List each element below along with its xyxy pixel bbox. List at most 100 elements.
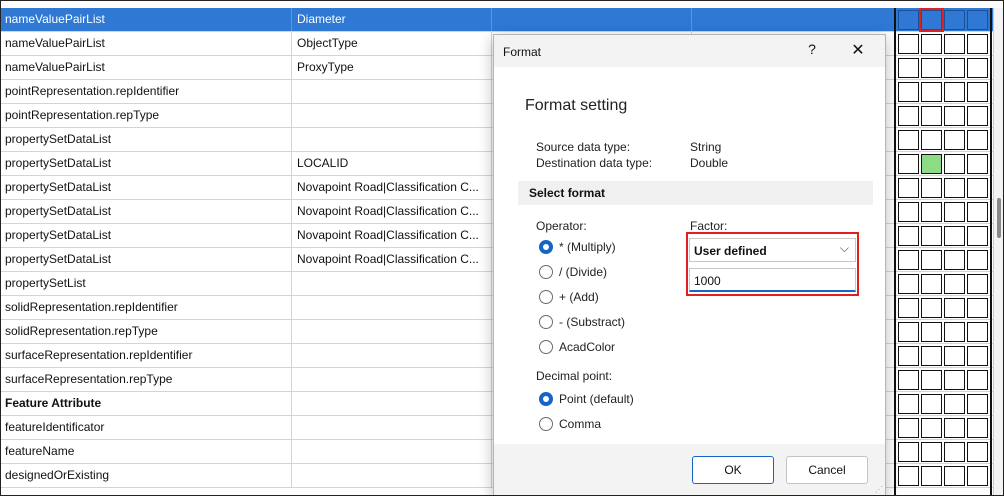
row-cell[interactable]: [491, 8, 692, 31]
grid-checkbox[interactable]: [898, 346, 919, 366]
radio-dot[interactable]: [539, 240, 553, 254]
grid-checkbox[interactable]: [967, 370, 988, 390]
grid-checkbox[interactable]: [944, 82, 965, 102]
grid-checkbox[interactable]: [898, 10, 919, 30]
grid-checkbox[interactable]: [898, 178, 919, 198]
grid-checkbox[interactable]: [944, 226, 965, 246]
close-icon[interactable]: ✕: [848, 40, 868, 60]
radio-acadcolor[interactable]: AcadColor: [539, 338, 615, 356]
row-attribute-value[interactable]: LOCALID: [291, 152, 491, 175]
grid-checkbox[interactable]: [967, 130, 988, 150]
grid-checkbox[interactable]: [944, 130, 965, 150]
grid-checkbox[interactable]: [898, 370, 919, 390]
grid-checkbox[interactable]: [921, 442, 942, 462]
grid-checkbox[interactable]: [898, 250, 919, 270]
grid-checkbox[interactable]: [967, 82, 988, 102]
row-attribute-value[interactable]: Novapoint Road|Classification C...: [291, 200, 491, 223]
grid-checkbox[interactable]: [967, 34, 988, 54]
grid-checkbox[interactable]: [921, 202, 942, 222]
grid-checkbox[interactable]: [967, 442, 988, 462]
help-button[interactable]: ?: [802, 41, 822, 57]
grid-checkbox[interactable]: [944, 178, 965, 198]
row-attribute-value[interactable]: Novapoint Road|Classification C...: [291, 176, 491, 199]
grid-checkbox[interactable]: [898, 298, 919, 318]
grid-checkbox[interactable]: [921, 322, 942, 342]
grid-checkbox[interactable]: [921, 226, 942, 246]
grid-checkbox[interactable]: [944, 322, 965, 342]
grid-checkbox[interactable]: [967, 250, 988, 270]
radio-divide[interactable]: / (Divide): [539, 263, 607, 281]
grid-checkbox[interactable]: [921, 346, 942, 366]
radio-point-default[interactable]: Point (default): [539, 390, 634, 408]
grid-checkbox[interactable]: [944, 370, 965, 390]
row-attribute-value[interactable]: Novapoint Road|Classification C...: [291, 248, 491, 271]
grid-checkbox[interactable]: [898, 154, 919, 174]
row-attribute-value[interactable]: [291, 80, 491, 103]
grid-checkbox[interactable]: [944, 34, 965, 54]
grid-checkbox[interactable]: [967, 58, 988, 78]
row-attribute-value[interactable]: [291, 344, 491, 367]
ok-button[interactable]: OK: [692, 456, 774, 484]
grid-checkbox[interactable]: [944, 418, 965, 438]
grid-checkbox[interactable]: [944, 442, 965, 462]
row-cell[interactable]: [691, 8, 895, 31]
grid-checkbox[interactable]: [944, 202, 965, 222]
grid-checkbox[interactable]: [898, 442, 919, 462]
row-attribute-value[interactable]: [291, 296, 491, 319]
cancel-button[interactable]: Cancel: [786, 456, 868, 484]
grid-checkbox[interactable]: [898, 202, 919, 222]
radio-dot[interactable]: [539, 392, 553, 406]
grid-checkbox[interactable]: [967, 226, 988, 246]
grid-checkbox[interactable]: [921, 106, 942, 126]
grid-checkbox[interactable]: [944, 394, 965, 414]
row-attribute-value[interactable]: [291, 272, 491, 295]
row-attribute-value[interactable]: [291, 104, 491, 127]
grid-checkbox[interactable]: [921, 82, 942, 102]
vertical-scrollbar[interactable]: [993, 8, 1003, 495]
resize-grip-icon[interactable]: ⋰: [875, 485, 883, 494]
grid-checkbox[interactable]: [921, 34, 942, 54]
grid-checkbox[interactable]: [898, 418, 919, 438]
grid-checkbox[interactable]: [944, 154, 965, 174]
grid-checkbox[interactable]: [921, 178, 942, 198]
grid-checkbox[interactable]: [898, 226, 919, 246]
table-row[interactable]: nameValuePairList Diameter: [1, 8, 1003, 32]
row-attribute-value[interactable]: [291, 440, 491, 463]
grid-checkbox[interactable]: [967, 298, 988, 318]
scrollbar-thumb[interactable]: [997, 198, 1001, 238]
grid-checkbox[interactable]: [921, 418, 942, 438]
grid-checkbox[interactable]: [898, 34, 919, 54]
radio-dot[interactable]: [539, 290, 553, 304]
grid-checkbox[interactable]: [921, 394, 942, 414]
grid-checkbox[interactable]: [898, 274, 919, 294]
grid-checkbox[interactable]: [898, 58, 919, 78]
row-attribute-value[interactable]: Novapoint Road|Classification C...: [291, 224, 491, 247]
grid-checkbox[interactable]: [967, 346, 988, 366]
grid-checkbox[interactable]: [967, 202, 988, 222]
grid-checkbox[interactable]: [921, 298, 942, 318]
row-attribute-value[interactable]: ObjectType: [291, 32, 491, 55]
grid-checkbox[interactable]: [944, 298, 965, 318]
grid-checkbox[interactable]: [944, 106, 965, 126]
radio-add[interactable]: + (Add): [539, 288, 599, 306]
radio-dot[interactable]: [539, 265, 553, 279]
grid-checkbox[interactable]: [967, 106, 988, 126]
row-attribute-value[interactable]: [291, 320, 491, 343]
radio-comma[interactable]: Comma: [539, 415, 601, 433]
grid-checkbox[interactable]: [944, 466, 965, 486]
radio-dot[interactable]: [539, 340, 553, 354]
grid-checkbox[interactable]: [967, 274, 988, 294]
row-attribute-value[interactable]: [291, 464, 491, 487]
grid-checkbox[interactable]: [944, 10, 965, 30]
grid-checkbox[interactable]: [898, 394, 919, 414]
row-attribute-value[interactable]: [291, 368, 491, 391]
grid-checkbox[interactable]: [919, 8, 944, 32]
grid-checkbox[interactable]: [967, 178, 988, 198]
radio-dot[interactable]: [539, 315, 553, 329]
grid-checkbox[interactable]: [921, 466, 942, 486]
row-attribute-value[interactable]: [291, 392, 491, 415]
grid-checkbox[interactable]: [944, 250, 965, 270]
grid-checkbox[interactable]: [967, 418, 988, 438]
grid-checkbox[interactable]: [967, 154, 988, 174]
grid-checkbox[interactable]: [921, 274, 942, 294]
